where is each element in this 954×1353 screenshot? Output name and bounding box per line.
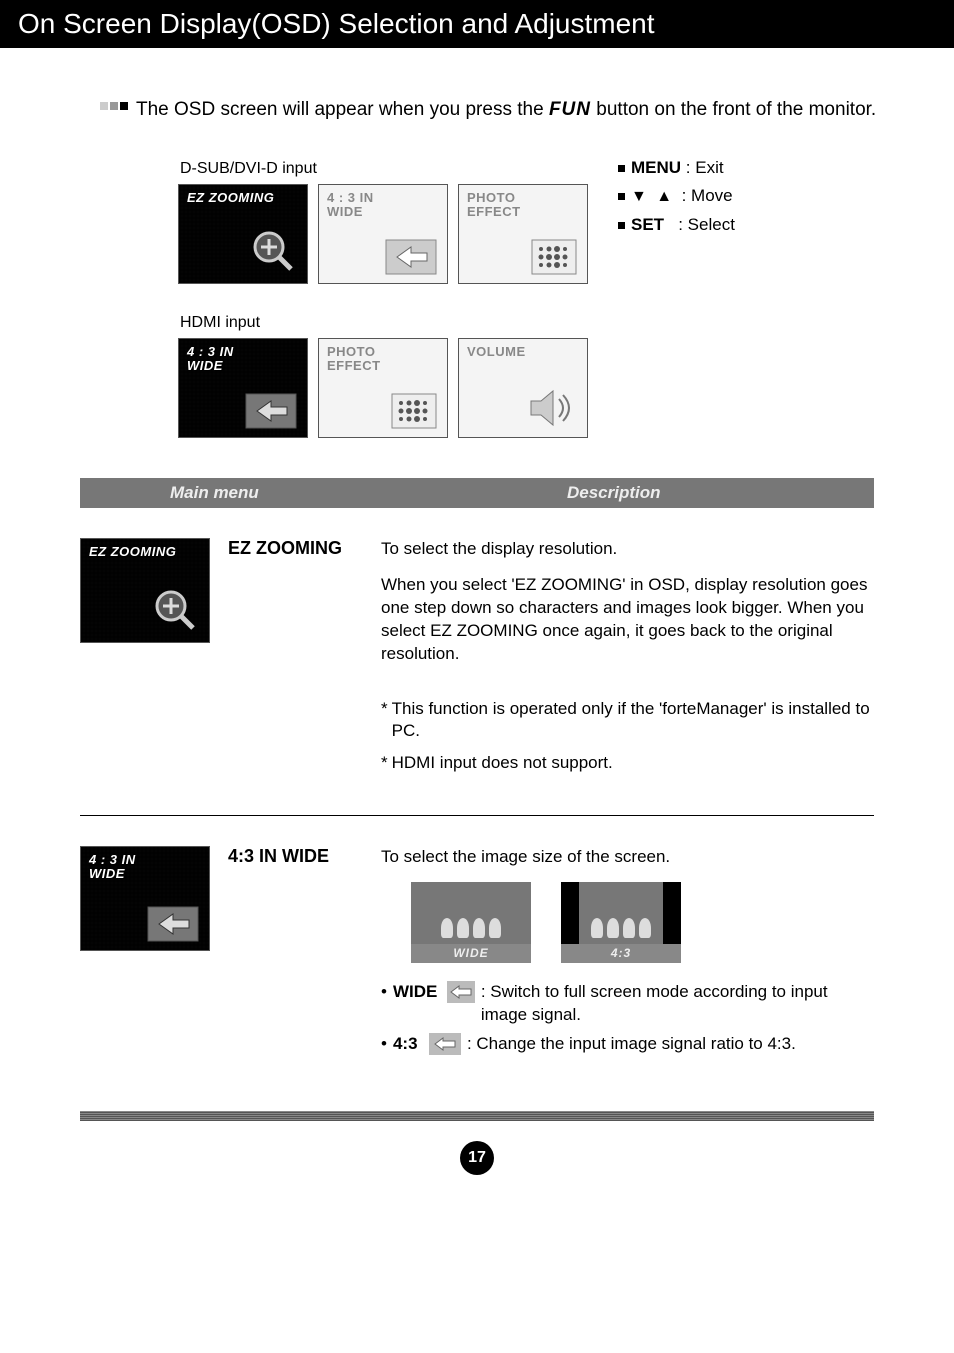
tile-photo-effect-hdmi: PHOTO EFFECT bbox=[318, 338, 448, 438]
aspect-4-3-desc: : Change the input image signal ratio to… bbox=[467, 1033, 796, 1056]
dot-matrix-icon bbox=[531, 239, 577, 275]
tile-volume-title: VOLUME bbox=[467, 345, 526, 360]
square-bullet-icon bbox=[618, 193, 625, 200]
legend-set-desc: : Select bbox=[678, 215, 735, 234]
mini-arrow-icon bbox=[429, 1033, 461, 1055]
page-title: On Screen Display(OSD) Selection and Adj… bbox=[18, 8, 655, 39]
down-triangle-icon: ▼ bbox=[631, 188, 647, 205]
section-main-menu: Main menu bbox=[80, 478, 477, 508]
tile-volume: VOLUME bbox=[458, 338, 588, 438]
magnify-plus-icon bbox=[151, 586, 199, 634]
tile-ez-title: EZ ZOOMING bbox=[187, 191, 274, 206]
tile-photo-effect: PHOTO EFFECT bbox=[458, 184, 588, 284]
square-bullet-icon bbox=[618, 165, 625, 172]
page-number-badge: 17 bbox=[460, 1141, 494, 1175]
arrow-left-box-icon bbox=[147, 906, 199, 942]
square-bullet-icon bbox=[618, 222, 625, 229]
page-title-bar: On Screen Display(OSD) Selection and Adj… bbox=[0, 0, 954, 48]
tile-photo-title-hdmi: PHOTO EFFECT bbox=[327, 345, 381, 375]
feature-tile-ratio-title: 4 : 3 IN WIDE bbox=[89, 853, 136, 883]
legend-move-desc: : Move bbox=[682, 186, 733, 205]
magnify-plus-icon bbox=[249, 227, 297, 275]
tile-ratio-title: 4 : 3 IN WIDE bbox=[327, 191, 374, 221]
tile-ez-zooming: EZ ZOOMING bbox=[178, 184, 308, 284]
tile-4-3-wide: 4 : 3 IN WIDE bbox=[318, 184, 448, 284]
aspect-legend-list: • WIDE : Switch to full screen mode acco… bbox=[381, 981, 874, 1056]
feature-ez-zooming: EZ ZOOMING EZ ZOOMING To select the disp… bbox=[80, 538, 874, 815]
feature-tile-ez: EZ ZOOMING bbox=[80, 538, 210, 643]
aspect-thumb-4-3: 4:3 bbox=[561, 882, 681, 962]
hdmi-input-label: HDMI input bbox=[180, 314, 588, 332]
aspect-wide-name: WIDE bbox=[393, 981, 441, 1004]
aspect-thumbnails: WIDE 4:3 bbox=[411, 882, 874, 962]
footer-divider bbox=[80, 1111, 874, 1121]
intro-block: The OSD screen will appear when you pres… bbox=[100, 96, 894, 124]
tile-ratio-title-hdmi: 4 : 3 IN WIDE bbox=[187, 345, 234, 375]
intro-text-2: button on the front of the monitor. bbox=[596, 99, 876, 120]
dsub-tiles-row: EZ ZOOMING 4 : 3 IN WIDE PHOTO EFFECT bbox=[178, 184, 588, 284]
section-header-bar: Main menu Description bbox=[80, 478, 874, 508]
aspect-frame-wide bbox=[411, 882, 531, 944]
feature-ratio-name: 4:3 IN WIDE bbox=[228, 846, 363, 1062]
feature-ez-p2: When you select 'EZ ZOOMING' in OSD, dis… bbox=[381, 574, 874, 666]
tile-4-3-wide-hdmi: 4 : 3 IN WIDE bbox=[178, 338, 308, 438]
tile-photo-title: PHOTO EFFECT bbox=[467, 191, 521, 221]
legend-menu-label: MENU bbox=[631, 158, 681, 177]
feature-ratio-p1: To select the image size of the screen. bbox=[381, 846, 874, 869]
section-description: Description bbox=[477, 478, 874, 508]
dot-matrix-icon bbox=[391, 393, 437, 429]
aspect-frame-4-3 bbox=[561, 882, 681, 944]
arrow-left-box-icon bbox=[385, 239, 437, 275]
aspect-label-wide: WIDE bbox=[411, 944, 531, 962]
feature-4-3-wide: 4 : 3 IN WIDE 4:3 IN WIDE To select the … bbox=[80, 815, 874, 1092]
fun-button-label: FUN bbox=[549, 99, 591, 120]
intro-text-1: The OSD screen will appear when you pres… bbox=[136, 99, 549, 120]
up-triangle-icon: ▲ bbox=[656, 188, 672, 205]
button-legend: MENU : Exit ▼ ▲ : Move SET : Select bbox=[618, 154, 735, 241]
mini-arrow-icon bbox=[447, 981, 475, 1003]
dsub-input-label: D-SUB/DVI-D input bbox=[180, 160, 588, 178]
feature-tile-ez-title: EZ ZOOMING bbox=[89, 545, 176, 560]
bullet-deco-icon bbox=[100, 102, 128, 110]
aspect-thumb-wide: WIDE bbox=[411, 882, 531, 962]
aspect-4-3-name: 4:3 bbox=[393, 1033, 423, 1056]
arrow-left-box-icon bbox=[245, 393, 297, 429]
feature-ez-p1: To select the display resolution. bbox=[381, 538, 874, 561]
legend-menu-desc: : Exit bbox=[686, 158, 724, 177]
speaker-icon bbox=[523, 387, 577, 429]
aspect-wide-desc: : Switch to full screen mode according t… bbox=[481, 981, 874, 1027]
feature-ez-name: EZ ZOOMING bbox=[228, 538, 363, 785]
feature-ez-note1: *This function is operated only if the '… bbox=[381, 698, 874, 742]
feature-ez-note2: *HDMI input does not support. bbox=[381, 752, 874, 774]
feature-tile-ratio: 4 : 3 IN WIDE bbox=[80, 846, 210, 951]
legend-set-label: SET bbox=[631, 215, 664, 234]
hdmi-tiles-row: 4 : 3 IN WIDE PHOTO EFFECT bbox=[178, 338, 588, 438]
aspect-label-4-3: 4:3 bbox=[561, 944, 681, 962]
